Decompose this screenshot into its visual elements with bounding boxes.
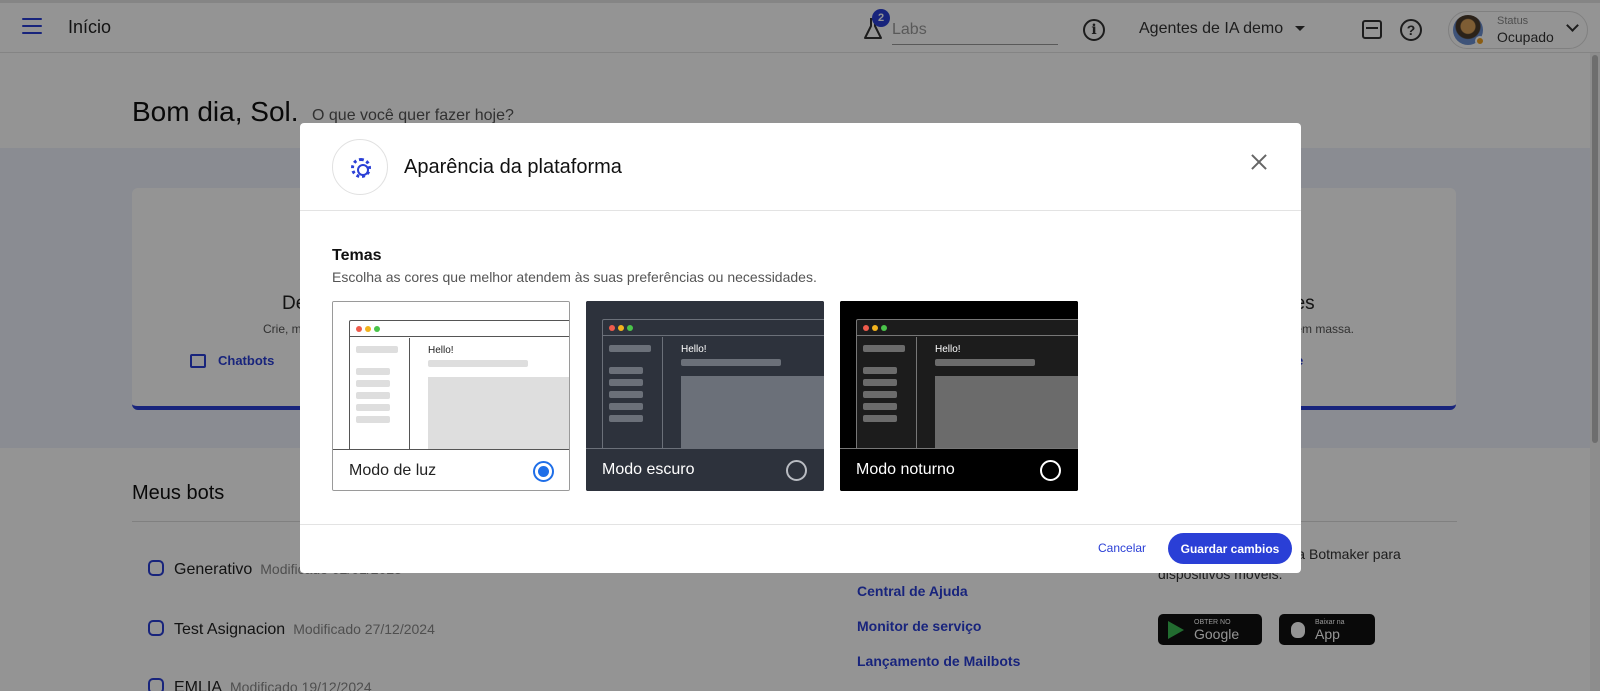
modal-icon-container bbox=[332, 139, 388, 195]
preview-line bbox=[863, 379, 897, 386]
preview-line bbox=[428, 360, 528, 367]
theme-radio-light[interactable] bbox=[533, 461, 554, 482]
preview-hello: Hello! bbox=[935, 344, 961, 355]
gear-icon bbox=[351, 158, 371, 178]
cancel-button[interactable]: Cancelar bbox=[1086, 533, 1158, 563]
theme-option-dark[interactable]: Hello! Modo escuro bbox=[586, 301, 824, 491]
preview-dot-green bbox=[627, 325, 633, 331]
theme-label: Modo de luz bbox=[349, 462, 437, 479]
close-icon[interactable] bbox=[1248, 151, 1270, 173]
preview-line bbox=[863, 403, 897, 410]
theme-radio-dark[interactable] bbox=[786, 460, 807, 481]
theme-preview-night: Hello! bbox=[840, 301, 1078, 448]
divider bbox=[300, 524, 1301, 525]
theme-label: Modo noturno bbox=[856, 461, 955, 478]
preview-line bbox=[609, 379, 643, 386]
theme-label: Modo escuro bbox=[602, 461, 695, 478]
save-changes-button[interactable]: Guardar cambios bbox=[1168, 533, 1292, 564]
theme-option-light[interactable]: Hello! Modo de luz bbox=[332, 301, 570, 491]
preview-line bbox=[609, 345, 651, 352]
preview-block bbox=[681, 376, 824, 448]
preview-line bbox=[356, 392, 390, 399]
preview-line bbox=[356, 346, 398, 353]
preview-block bbox=[428, 377, 569, 449]
theme-preview-dark: Hello! bbox=[586, 301, 824, 448]
preview-line bbox=[863, 391, 897, 398]
preview-line bbox=[356, 368, 390, 375]
preview-line bbox=[863, 415, 897, 422]
preview-dot-yellow bbox=[872, 325, 878, 331]
preview-line bbox=[935, 359, 1035, 366]
preview-line bbox=[609, 391, 643, 398]
preview-titlebar bbox=[603, 320, 824, 336]
themes-subtitle: Escolha as cores que melhor atendem às s… bbox=[332, 269, 817, 285]
preview-line bbox=[356, 416, 390, 423]
preview-dot-red bbox=[609, 325, 615, 331]
preview-line bbox=[356, 404, 390, 411]
preview-line bbox=[609, 367, 643, 374]
preview-line bbox=[863, 367, 897, 374]
modal-title: Aparência da plataforma bbox=[404, 156, 622, 178]
theme-footer: Modo de luz bbox=[333, 449, 569, 490]
theme-footer: Modo escuro bbox=[586, 448, 824, 491]
appearance-modal: Aparência da plataforma Temas Escolha as… bbox=[300, 123, 1301, 573]
preview-line bbox=[609, 415, 643, 422]
preview-line bbox=[609, 403, 643, 410]
preview-window: Hello! bbox=[602, 319, 824, 448]
preview-line bbox=[863, 345, 905, 352]
theme-radio-night[interactable] bbox=[1040, 460, 1061, 481]
theme-preview-light: Hello! bbox=[333, 302, 569, 449]
preview-titlebar bbox=[857, 320, 1078, 336]
preview-dot-red bbox=[356, 326, 362, 332]
preview-dot-green bbox=[881, 325, 887, 331]
modal-header: Aparência da plataforma bbox=[300, 123, 1301, 211]
preview-block bbox=[935, 376, 1078, 448]
preview-titlebar bbox=[350, 321, 569, 337]
preview-dot-yellow bbox=[618, 325, 624, 331]
preview-line bbox=[681, 359, 781, 366]
preview-dot-green bbox=[374, 326, 380, 332]
theme-option-night[interactable]: Hello! Modo noturno bbox=[840, 301, 1078, 491]
preview-window: Hello! bbox=[349, 320, 569, 449]
preview-dot-yellow bbox=[365, 326, 371, 332]
preview-line bbox=[356, 380, 390, 387]
themes-title: Temas bbox=[332, 247, 382, 264]
preview-window: Hello! bbox=[856, 319, 1078, 448]
preview-hello: Hello! bbox=[681, 344, 707, 355]
preview-hello: Hello! bbox=[428, 345, 454, 356]
preview-dot-red bbox=[863, 325, 869, 331]
theme-footer: Modo noturno bbox=[840, 448, 1078, 491]
